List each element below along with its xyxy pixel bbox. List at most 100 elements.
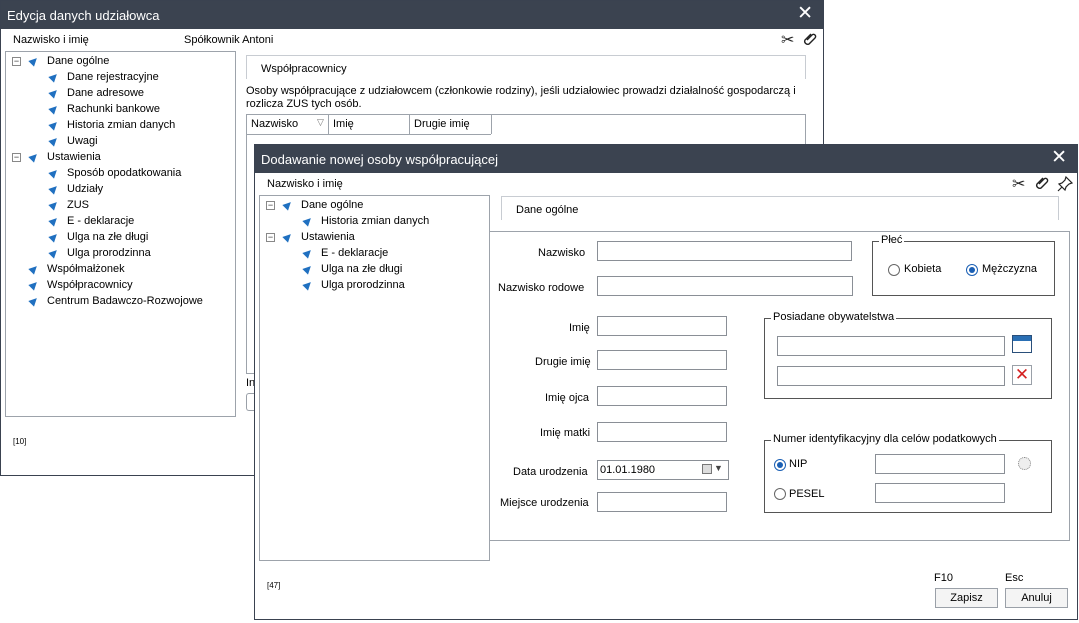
plec-group: Płeć Kobieta Mężczyzna <box>872 234 1055 296</box>
column-header-drugie-imie[interactable]: Drugie imię <box>410 115 492 134</box>
drugie-imie-input[interactable] <box>597 350 727 370</box>
tree-item-zus[interactable]: ZUS <box>6 198 231 214</box>
data-urodzenia-label: Data urodzenia <box>513 466 588 478</box>
tree-node-icon <box>48 231 60 243</box>
save-button[interactable]: Zapisz <box>935 588 998 608</box>
data-urodzenia-picker[interactable]: 01.01.1980 ▼ <box>597 460 729 480</box>
paperclip-icon[interactable] <box>1035 176 1049 196</box>
collapse-toggle-icon[interactable]: − <box>266 201 275 210</box>
tree-item-centrum-badawczo-rozwojowe[interactable]: Centrum Badawczo-Rozwojowe <box>6 294 231 310</box>
tree-item-wspolmalzonek[interactable]: Współmałżonek <box>6 262 231 278</box>
close-icon[interactable]: ✕ <box>1051 147 1067 169</box>
tree-item-ulga-na-zle-dlugi[interactable]: Ulga na złe długi <box>6 230 231 246</box>
radio-kobieta[interactable] <box>888 264 900 276</box>
tree-node-icon <box>48 167 60 179</box>
tree-item-wspolpracownicy[interactable]: Współpracownicy <box>6 278 231 294</box>
paperclip-icon[interactable] <box>803 32 817 52</box>
tree-item-dane-ogolne[interactable]: − Dane ogólne <box>260 198 485 214</box>
nip-label: NIP <box>789 458 808 470</box>
obywatelstwo-input-2[interactable] <box>777 366 1005 386</box>
tab-label: Współpracownicy <box>261 63 347 75</box>
collapse-toggle-icon[interactable]: − <box>12 57 21 66</box>
front-titlebar: Dodawanie nowej osoby współpracującej ✕ <box>255 145 1077 173</box>
tree-item-label: Dane ogólne <box>301 199 364 211</box>
calendar-icon[interactable] <box>702 464 712 474</box>
back-header-label: Nazwisko i imię <box>13 34 89 46</box>
tree-item-label: Ulga prorodzinna <box>67 247 151 259</box>
tree-item-ulga-prorodzinna[interactable]: Ulga prorodzinna <box>6 246 231 262</box>
dropdown-arrow-icon[interactable]: ▼ <box>714 463 723 473</box>
tree-item-rachunki-bankowe[interactable]: Rachunki bankowe <box>6 102 231 118</box>
tree-node-icon <box>48 199 60 211</box>
tree-item-sposob-opodatkowania[interactable]: Sposób opodatkowania <box>6 166 231 182</box>
imie-input[interactable] <box>597 316 727 336</box>
nip-input[interactable] <box>875 454 1005 474</box>
tree-node-icon <box>28 55 40 67</box>
tab-wspolpracownicy[interactable]: Współpracownicy <box>246 55 806 79</box>
tree-item-udzialy[interactable]: Udziały <box>6 182 231 198</box>
tree-item-label: Ulga prorodzinna <box>321 279 405 291</box>
delete-icon[interactable]: ✕ <box>1012 365 1032 385</box>
scissors-icon[interactable]: ✂ <box>1012 177 1025 193</box>
column-header-nazwisko[interactable]: Nazwisko ▽ <box>247 115 329 134</box>
tree-item-historia-zmian-danych[interactable]: Historia zmian danych <box>260 214 485 230</box>
kobieta-label: Kobieta <box>904 263 942 275</box>
tree-node-icon <box>28 279 40 291</box>
obywatelstwo-input-1[interactable] <box>777 336 1005 356</box>
tree-node-icon <box>282 231 294 243</box>
tree-node-icon <box>28 151 40 163</box>
pesel-input[interactable] <box>875 483 1005 503</box>
pin-icon[interactable] <box>1057 175 1074 196</box>
tree-item-ustawienia[interactable]: − Ustawienia <box>6 150 231 166</box>
tree-item-dane-rejestracyjne[interactable]: Dane rejestracyjne <box>6 70 231 86</box>
tree-item-label: Dane rejestracyjne <box>67 71 159 83</box>
collapse-toggle-icon[interactable]: − <box>12 153 21 162</box>
table-header: Nazwisko ▽ Imię Drugie imię <box>247 115 492 135</box>
tree-item-uwagi[interactable]: Uwagi <box>6 134 231 150</box>
status-dot-icon[interactable] <box>1018 457 1031 470</box>
tree-item-dane-adresowe[interactable]: Dane adresowe <box>6 86 231 102</box>
tree-item-label: Udziały <box>67 183 104 195</box>
tree-item-dane-ogolne[interactable]: − Dane ogólne <box>6 54 231 70</box>
tab-dane-ogolne[interactable]: Dane ogólne <box>501 196 1059 220</box>
tree-node-icon <box>48 87 60 99</box>
tree-node-icon <box>302 263 314 275</box>
tree-item-label: Dane ogólne <box>47 55 110 67</box>
tree-item-label: ZUS <box>67 199 89 211</box>
tree-item-ulga-na-zle-dlugi[interactable]: Ulga na złe długi <box>260 262 485 278</box>
radio-nip[interactable] <box>774 459 786 471</box>
tree-item-historia-zmian-danych[interactable]: Historia zmian danych <box>6 118 231 134</box>
radio-mezczyzna[interactable] <box>966 264 978 276</box>
tree-item-label: E - deklaracje <box>321 247 389 259</box>
scissors-icon[interactable]: ✂ <box>781 33 794 49</box>
pesel-label: PESEL <box>789 488 825 500</box>
description-line1: Osoby współpracujące z udziałowcem (czło… <box>246 85 796 97</box>
collapse-toggle-icon[interactable]: − <box>266 233 275 242</box>
tree-item-e-deklaracje[interactable]: E - deklaracje <box>260 246 485 262</box>
imie-matki-input[interactable] <box>597 422 727 442</box>
radio-pesel[interactable] <box>774 488 786 500</box>
drugie-imie-label: Drugie imię <box>535 356 591 368</box>
imie-ojca-input[interactable] <box>597 386 727 406</box>
mezczyzna-label: Mężczyzna <box>982 263 1038 275</box>
tree-node-icon <box>48 119 60 131</box>
calendar-icon[interactable] <box>1012 335 1032 353</box>
tree-item-label: Ustawienia <box>47 151 101 163</box>
tree-item-label: Rachunki bankowe <box>67 103 160 115</box>
cancel-button[interactable]: Anuluj <box>1005 588 1068 608</box>
nazwisko-rodowe-label: Nazwisko rodowe <box>498 282 585 294</box>
tree-item-e-deklaracje[interactable]: E - deklaracje <box>6 214 231 230</box>
nazwisko-input[interactable] <box>597 241 852 261</box>
filter-icon[interactable]: ▽ <box>317 117 324 128</box>
tab-label: Dane ogólne <box>516 204 579 216</box>
column-header-imie[interactable]: Imię <box>329 115 410 134</box>
tree-item-ulga-prorodzinna[interactable]: Ulga prorodzinna <box>260 278 485 294</box>
nazwisko-label: Nazwisko <box>538 247 586 259</box>
imie-matki-label: Imię matki <box>540 427 591 439</box>
close-icon[interactable]: ✕ <box>797 3 813 25</box>
miejsce-urodzenia-input[interactable] <box>597 492 727 512</box>
tree-item-ustawienia[interactable]: − Ustawienia <box>260 230 485 246</box>
data-urodzenia-value: 01.01.1980 <box>600 464 656 476</box>
tree-item-label: Historia zmian danych <box>67 119 176 131</box>
nazwisko-rodowe-input[interactable] <box>597 276 853 296</box>
